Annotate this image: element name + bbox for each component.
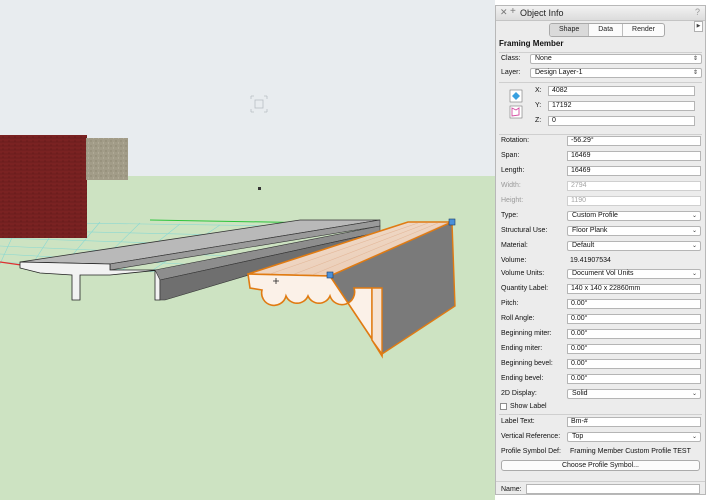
vertical-reference-label: Vertical Reference: [501, 433, 561, 440]
chevron-down-icon: ⌄ [691, 228, 697, 234]
chevron-down-icon: ⌄ [691, 213, 697, 219]
object-info-palette: ✕ + Object Info ? Shape Data Render ▶ Fr… [495, 5, 706, 495]
rotation-label: Rotation: [501, 137, 530, 144]
show-label-checkbox[interactable] [500, 403, 507, 410]
quantity-label-field[interactable]: 140 x 140 x 22860mm [567, 284, 701, 294]
display-2d-select[interactable]: Solid ⌄ [567, 389, 701, 399]
layer-select-value: Design Layer-1 [535, 69, 583, 76]
class-select-value: None [535, 55, 552, 62]
quantity-label-label: Quantity Label: [501, 285, 549, 292]
y-field[interactable]: 17192 [548, 101, 695, 111]
ending-bevel-label: Ending bevel: [501, 375, 544, 382]
material-select[interactable]: Default ⌄ [567, 241, 701, 251]
name-row: Name: [496, 481, 705, 497]
structural-use-value: Floor Plank [572, 227, 608, 234]
help-icon[interactable]: ? [695, 7, 700, 17]
point-marker [258, 187, 261, 190]
tab-shape[interactable]: Shape [550, 24, 590, 36]
tab-render[interactable]: Render [623, 24, 664, 36]
chevron-down-icon: ⌄ [691, 243, 697, 249]
choose-profile-symbol-button[interactable]: Choose Profile Symbol... [501, 460, 700, 471]
profile-symbol-def-label: Profile Symbol Def: [501, 448, 561, 455]
locus-point-icon[interactable] [508, 88, 526, 122]
palette-titlebar[interactable]: ✕ + Object Info ? [496, 6, 705, 21]
material-select-value: Default [572, 242, 595, 249]
height-label: Height: [501, 197, 524, 204]
class-label: Class: [501, 55, 521, 62]
vertical-reference-value: Top [572, 433, 584, 440]
pitch-label: Pitch: [501, 300, 519, 307]
chevron-updown-icon: ⇕ [692, 56, 698, 62]
width-label: Width: [501, 182, 521, 189]
type-label: Type: [501, 212, 519, 219]
volume-value: 19.41907534 [570, 257, 611, 264]
span-label: Span: [501, 152, 520, 159]
vertical-reference-select[interactable]: Top ⌄ [567, 432, 701, 442]
volume-label: Volume: [501, 257, 527, 264]
tab-data[interactable]: Data [589, 24, 624, 36]
width-field: 2794 [567, 181, 701, 191]
name-label: Name: [501, 486, 522, 493]
volume-units-value: Document Vol Units [572, 270, 634, 277]
palette-tabs: Shape Data Render [549, 23, 666, 37]
divider [499, 414, 702, 415]
roll-angle-label: Roll Angle: [501, 315, 535, 322]
chevron-down-icon: ⌄ [691, 271, 697, 277]
pitch-field[interactable]: 0.00° [567, 299, 701, 309]
layer-select[interactable]: Design Layer-1 ⇕ [530, 68, 702, 78]
object-type-title: Framing Member [499, 39, 564, 48]
span-field[interactable]: 16469 [567, 151, 701, 161]
tab-overflow-icon[interactable]: ▶ [694, 21, 703, 32]
height-field: 1190 [567, 196, 701, 206]
x-label: X: [535, 87, 542, 94]
handle-top [448, 218, 456, 226]
chevron-updown-icon: ⇕ [692, 70, 698, 76]
label-text-label: Label Text: [501, 418, 535, 425]
handle-mid [326, 271, 334, 279]
volume-units-label: Volume Units: [501, 270, 545, 277]
rotation-field[interactable]: -56.29° [567, 136, 701, 146]
structural-use-select[interactable]: Floor Plank ⌄ [567, 226, 701, 236]
type-select-value: Custom Profile [572, 212, 618, 219]
divider [499, 134, 702, 135]
divider [499, 82, 702, 83]
drawing-viewport[interactable] [0, 0, 495, 500]
beginning-miter-label: Beginning miter: [501, 330, 552, 337]
z-field[interactable]: 0 [548, 116, 695, 126]
length-field[interactable]: 16469 [567, 166, 701, 176]
structural-use-label: Structural Use: [501, 227, 548, 234]
add-icon[interactable]: + [510, 6, 516, 17]
z-label: Z: [535, 117, 542, 124]
y-label: Y: [535, 102, 542, 109]
divider [499, 52, 702, 53]
ending-miter-field[interactable]: 0.00° [567, 344, 701, 354]
material-label: Material: [501, 242, 528, 249]
x-field[interactable]: 4082 [548, 86, 695, 96]
label-text-field[interactable]: Bm-# [567, 417, 701, 427]
ending-miter-label: Ending miter: [501, 345, 543, 352]
display-2d-value: Solid [572, 390, 588, 397]
display-2d-label: 2D Display: [501, 390, 537, 397]
palette-title: Object Info [520, 8, 564, 18]
length-label: Length: [501, 167, 525, 174]
name-field[interactable] [526, 484, 700, 494]
volume-units-select[interactable]: Document Vol Units ⌄ [567, 269, 701, 279]
type-select[interactable]: Custom Profile ⌄ [567, 211, 701, 221]
class-select[interactable]: None ⇕ [530, 54, 702, 64]
ending-bevel-field[interactable]: 0.00° [567, 374, 701, 384]
chevron-down-icon: ⌄ [691, 391, 697, 397]
roll-angle-field[interactable]: 0.00° [567, 314, 701, 324]
profile-symbol-def-value: Framing Member Custom Profile TEST [570, 448, 691, 455]
show-label-label: Show Label [510, 403, 547, 410]
beginning-miter-field[interactable]: 0.00° [567, 329, 701, 339]
close-icon[interactable]: ✕ [500, 7, 508, 18]
chevron-down-icon: ⌄ [691, 434, 697, 440]
beginning-bevel-field[interactable]: 0.00° [567, 359, 701, 369]
3d-scene[interactable] [0, 0, 495, 500]
layer-label: Layer: [501, 69, 521, 76]
beginning-bevel-label: Beginning bevel: [501, 360, 553, 367]
